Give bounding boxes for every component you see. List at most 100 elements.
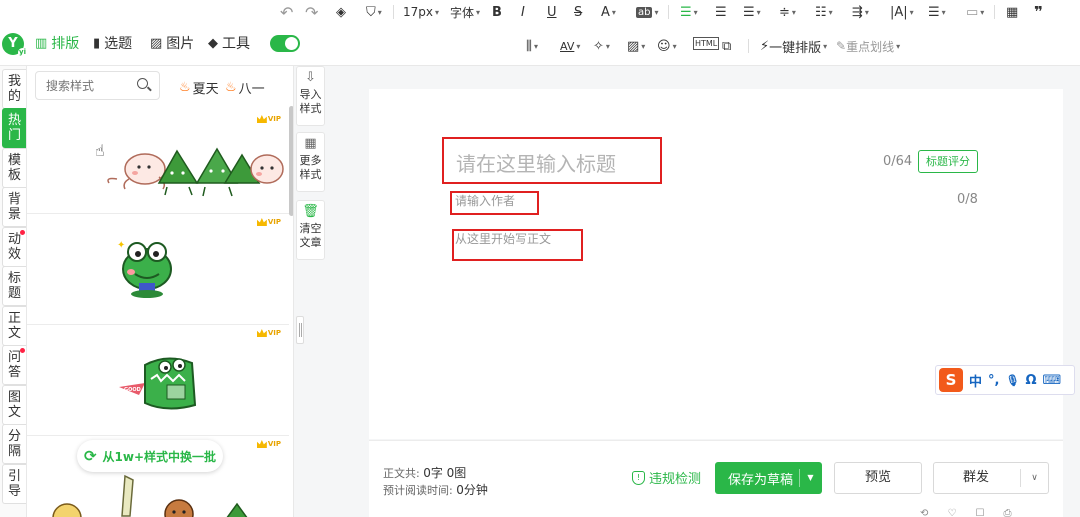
nav-tab-layout[interactable]: ▥ 排版 xyxy=(35,34,79,53)
sogou-logo-icon[interactable]: S xyxy=(939,368,963,392)
style-panel: ♨夏天 ♨八一 VIP ☝ xyxy=(27,66,294,517)
ime-toolbar[interactable]: S 中 °, 🎙 Ω ⌨ xyxy=(935,365,1075,395)
key-underline-button[interactable]: ✎ 重点划线 ▾ xyxy=(836,37,900,55)
highlight-color-button[interactable]: ab ▾ xyxy=(636,3,659,21)
save-draft-button[interactable]: 保存为草稿 ▼ xyxy=(715,462,822,494)
nav-tab-tools[interactable]: ◆ 工具 xyxy=(208,34,250,53)
one-click-layout-button[interactable]: ⚡ 一键排版 ▾ xyxy=(760,37,827,56)
nav-tab-topics[interactable]: ▮ 选题 xyxy=(93,34,132,53)
emoji-icon[interactable]: ☺ ▾ xyxy=(657,37,677,55)
chevron-down-icon[interactable]: ▼ xyxy=(799,469,821,487)
ime-mode-toggle[interactable]: 中 xyxy=(969,371,982,390)
hot-tag-august-first[interactable]: ♨ 八一 xyxy=(225,78,265,97)
line-height-icon[interactable]: ☷ ▾ xyxy=(815,3,833,21)
vertical-align-icon[interactable]: ≑ ▾ xyxy=(779,3,796,21)
italic-button[interactable]: I xyxy=(521,3,525,21)
quote-icon[interactable]: ❞ xyxy=(1034,3,1043,21)
html-icon[interactable]: HTML xyxy=(693,37,720,50)
read-time-stat: 预计阅读时间: 0分钟 xyxy=(383,483,488,497)
underline-button[interactable]: U xyxy=(547,3,557,21)
vip-badge: VIP xyxy=(256,440,281,448)
author-input[interactable]: 请输入作者 xyxy=(455,192,515,209)
chevron-down-icon[interactable]: ∨ xyxy=(1020,469,1048,487)
tab-hot[interactable]: 热门 xyxy=(2,108,26,148)
keyboard-icon[interactable]: ⌨ xyxy=(1043,373,1062,388)
vip-badge: VIP xyxy=(256,115,281,123)
tab-mine[interactable]: 我的 xyxy=(2,69,26,109)
svg-text:✦: ✦ xyxy=(117,240,125,251)
style-card[interactable]: VIP ☝ xyxy=(27,111,289,214)
insert-image-icon[interactable]: ▨ ▾ xyxy=(627,37,645,55)
side-action-column: ⇩ 导入样式 ▦ 更多样式 🗑 清空文章 xyxy=(294,66,326,517)
tab-templates[interactable]: 模板 xyxy=(2,148,26,188)
divider-icon[interactable]: ▭ ▾ xyxy=(966,3,984,21)
crocodile-sticker-image: GOOD xyxy=(119,357,197,410)
app-logo[interactable]: Yyi xyxy=(2,33,27,57)
magic-wand-icon[interactable]: ✧ ▾ xyxy=(593,37,610,55)
tab-image-text[interactable]: 图文 xyxy=(2,385,26,425)
clear-article-button[interactable]: 🗑 清空文章 xyxy=(296,200,325,260)
hot-tag-summer[interactable]: ♨ 夏天 xyxy=(179,78,219,97)
body-editor[interactable]: 从这里开始写正文 xyxy=(455,230,551,247)
image-icon: ▨ xyxy=(150,35,163,51)
align-center-icon[interactable]: ☰ ▾ xyxy=(743,3,761,21)
font-color-button[interactable]: A ▾ xyxy=(601,3,616,21)
format-painter-icon[interactable]: ◈ xyxy=(336,3,346,21)
tab-divider[interactable]: 分隔 xyxy=(2,424,26,464)
tab-title[interactable]: 标题 xyxy=(2,266,26,306)
style-card[interactable]: VIP GOOD xyxy=(27,325,289,436)
publish-button[interactable]: 群发 ∨ xyxy=(933,462,1049,494)
list-icon[interactable]: ☰ ▾ xyxy=(928,3,946,21)
microphone-icon[interactable]: 🎙 xyxy=(1005,374,1019,387)
title-input[interactable]: 请在这里输入标题 xyxy=(456,148,616,177)
crown-icon xyxy=(256,440,267,448)
bookmark-icon: ▮ xyxy=(93,35,101,51)
frog-sticker-image: ✦ xyxy=(117,240,172,298)
undo-icon[interactable]: ↶ xyxy=(280,3,293,22)
style-category-tabs: 我的 热门 模板 背景 动效 标题 正文 问答 图文 分隔 引导 xyxy=(0,66,27,517)
table-icon[interactable]: ▦ xyxy=(1006,3,1018,21)
strikethrough-button[interactable]: S xyxy=(574,3,582,21)
font-size-select[interactable]: 17px ▾ xyxy=(403,3,439,21)
redo-icon[interactable]: ↷ xyxy=(305,3,318,22)
align-justify-icon[interactable]: ☰ ▾ xyxy=(680,3,698,21)
special-char-icon[interactable]: Ω xyxy=(1025,373,1036,388)
refresh-icon: ⟳ xyxy=(83,447,97,465)
swap-styles-button[interactable]: ⟳ 从1w+样式中换一批 xyxy=(77,440,223,472)
tab-qa[interactable]: 问答 xyxy=(2,345,26,385)
new-dot xyxy=(20,348,25,353)
tab-background[interactable]: 背景 xyxy=(2,187,26,227)
more-styles-button[interactable]: ▦ 更多样式 xyxy=(296,132,325,192)
panel-resize-handle[interactable] xyxy=(296,316,304,344)
clear-format-icon[interactable]: ⛉ ▾ xyxy=(366,3,382,21)
new-dot xyxy=(20,230,25,235)
compliance-check-button[interactable]: ! 违规检测 xyxy=(632,468,701,487)
svg-text:GOOD: GOOD xyxy=(124,387,141,393)
import-style-button[interactable]: ⇩ 导入样式 xyxy=(296,66,325,126)
search-icon[interactable] xyxy=(137,78,148,89)
tab-body[interactable]: 正文 xyxy=(2,306,26,346)
mode-toggle[interactable] xyxy=(270,35,300,52)
align-left-icon[interactable]: ☰ xyxy=(715,3,727,21)
nav-tab-images[interactable]: ▨ 图片 xyxy=(150,34,194,53)
toolbox-icon[interactable]: ⧉ xyxy=(722,37,731,55)
editor-app: Yyi ▥ 排版 ▮ 选题 ▨ 图片 ◆ 工具 ↶ ↷ ◈ ⛉ ▾ 17px ▾ 字体 ▾ B… xyxy=(0,0,1080,517)
paragraph-spacing-icon[interactable]: ⫼ ▾ xyxy=(526,37,538,55)
layout-icon: ▥ xyxy=(35,35,48,51)
char-spacing-icon[interactable]: AV ▾ xyxy=(560,37,580,55)
title-char-count: 0/64 xyxy=(883,154,913,169)
preview-button[interactable]: 预览 xyxy=(834,462,922,494)
title-score-button[interactable]: 标题评分 xyxy=(918,150,978,173)
zongzi-sticker-image: ☝ xyxy=(95,141,284,197)
punctuation-icon[interactable]: °, xyxy=(988,373,999,388)
bold-button[interactable]: B xyxy=(492,3,502,21)
tab-guide[interactable]: 引导 xyxy=(2,464,26,504)
style-card[interactable]: VIP ✦ xyxy=(27,214,289,325)
svg-text:☝: ☝ xyxy=(95,141,105,160)
top-bar: Yyi ▥ 排版 ▮ 选题 ▨ 图片 ◆ 工具 ↶ ↷ ◈ ⛉ ▾ 17px ▾ 字体 ▾ B… xyxy=(0,0,1080,66)
indent-icon[interactable]: ⇶ ▾ xyxy=(852,3,869,21)
letter-spacing-icon[interactable]: |A| ▾ xyxy=(890,3,914,21)
tab-animation[interactable]: 动效 xyxy=(2,227,26,267)
import-icon: ⇩ xyxy=(305,70,316,85)
font-family-select[interactable]: 字体 ▾ xyxy=(450,3,480,21)
